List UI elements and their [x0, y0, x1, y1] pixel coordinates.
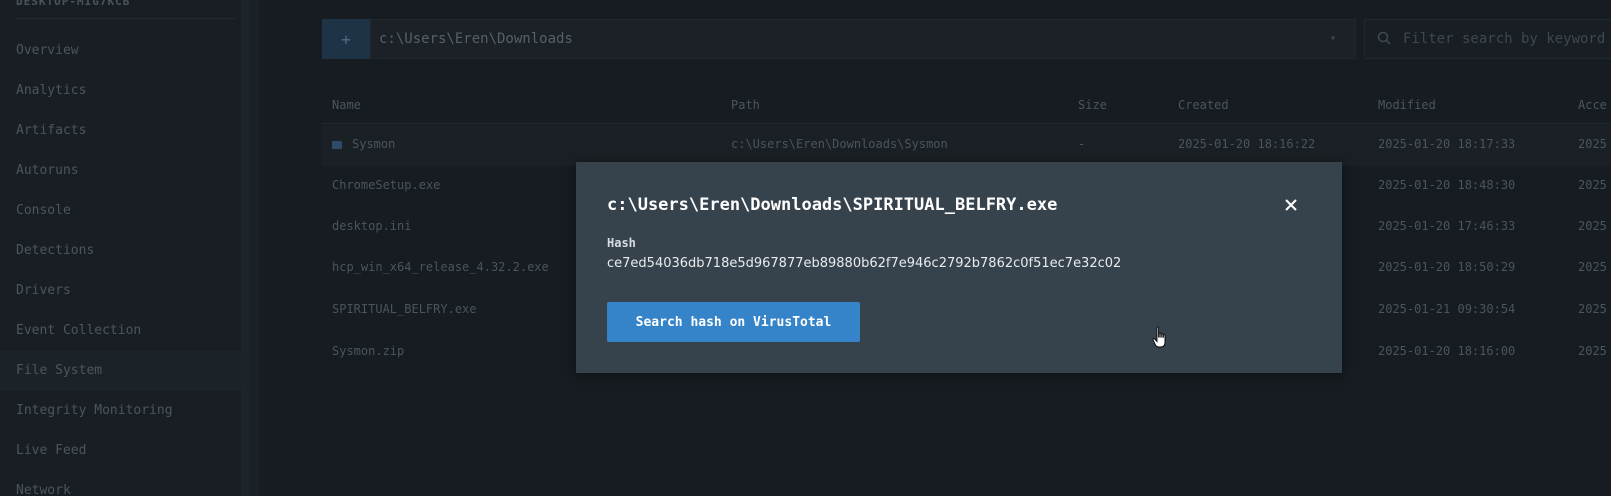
file-hash-dialog: c:\Users\Eren\Downloads\SPIRITUAL_BELFRY… — [576, 162, 1342, 373]
search-virustotal-button[interactable]: Search hash on VirusTotal — [607, 302, 860, 342]
hash-value: ce7ed54036db718e5d967877eb89880b62f7e946… — [607, 256, 1122, 271]
modified-cell: 2025-01-20 17:46:33 — [1378, 219, 1516, 233]
column-header-created[interactable]: Created — [1178, 98, 1229, 112]
name-cell: SPIRITUAL_BELFRY.exe — [332, 302, 477, 316]
sidebar-item-artifacts[interactable]: Artifacts — [0, 111, 241, 151]
path-input[interactable]: c:\Users\Eren\Downloads — [370, 19, 1356, 59]
table-header: Name Path Size Created Modified Acce — [322, 92, 1611, 124]
sidebar-item-integrity-monitoring[interactable]: Integrity Monitoring — [0, 391, 241, 431]
modified-cell: 2025-01-20 18:48:30 — [1378, 178, 1516, 192]
hash-label: Hash — [607, 236, 636, 250]
name-cell: Sysmon.zip — [332, 344, 405, 358]
modified-cell: 2025-01-21 09:30:54 — [1378, 302, 1516, 316]
size-cell: - — [1078, 137, 1086, 151]
modified-cell: 2025-01-20 18:50:29 — [1378, 260, 1516, 274]
name-cell: ChromeSetup.exe — [332, 178, 441, 192]
sidebar-item-file-system[interactable]: File System — [0, 351, 241, 391]
accessed-cell: 2025 — [1578, 178, 1607, 192]
column-header-name[interactable]: Name — [332, 98, 361, 112]
sidebar-item-console[interactable]: Console — [0, 191, 241, 231]
close-icon[interactable] — [1282, 196, 1300, 214]
sidebar-item-live-feed[interactable]: Live Feed — [0, 431, 241, 471]
modified-cell: 2025-01-20 18:16:00 — [1378, 344, 1516, 358]
hand-pointer-icon — [1152, 326, 1166, 348]
chevron-down-icon[interactable]: ▾ — [1330, 19, 1336, 59]
sidebar: DESKTOP-MIG7KCB Overview Analytics Artif… — [0, 0, 249, 496]
filter-search-input[interactable]: Filter search by keyword — [1364, 19, 1611, 59]
column-header-modified[interactable]: Modified — [1378, 98, 1436, 112]
column-header-size[interactable]: Size — [1078, 98, 1107, 112]
filter-placeholder: Filter search by keyword — [1403, 31, 1606, 47]
path-cell: c:\Users\Eren\Downloads\Sysmon — [731, 137, 948, 151]
folder-icon — [332, 140, 342, 149]
sidebar-item-overview[interactable]: Overview — [0, 31, 241, 71]
accessed-cell: 2025 — [1578, 137, 1607, 151]
sidebar-item-analytics[interactable]: Analytics — [0, 71, 241, 111]
accessed-cell: 2025 — [1578, 219, 1607, 233]
name-cell: desktop.ini — [332, 219, 412, 233]
column-header-path[interactable]: Path — [731, 98, 760, 112]
sidebar-item-autoruns[interactable]: Autoruns — [0, 151, 241, 191]
name-cell: Sysmon — [332, 137, 395, 151]
sidebar-hostname: DESKTOP-MIG7KCB — [16, 0, 236, 19]
sidebar-divider — [249, 0, 259, 496]
accessed-cell: 2025 — [1578, 302, 1607, 316]
name-cell: hcp_win_x64_release_4.32.2.exe — [332, 260, 549, 274]
column-header-accessed[interactable]: Acce — [1578, 98, 1607, 112]
dialog-title: c:\Users\Eren\Downloads\SPIRITUAL_BELFRY… — [607, 195, 1058, 215]
sidebar-item-drivers[interactable]: Drivers — [0, 271, 241, 311]
add-button[interactable]: + — [322, 19, 370, 59]
sidebar-item-event-collection[interactable]: Event Collection — [0, 311, 241, 351]
accessed-cell: 2025 — [1578, 260, 1607, 274]
sidebar-item-detections[interactable]: Detections — [0, 231, 241, 271]
table-row[interactable]: Sysmon c:\Users\Eren\Downloads\Sysmon - … — [322, 125, 1611, 166]
sidebar-item-network[interactable]: Network — [0, 471, 241, 496]
modified-cell: 2025-01-20 18:17:33 — [1378, 137, 1516, 151]
created-cell: 2025-01-20 18:16:22 — [1178, 137, 1316, 151]
accessed-cell: 2025 — [1578, 344, 1607, 358]
search-icon — [1377, 31, 1391, 45]
